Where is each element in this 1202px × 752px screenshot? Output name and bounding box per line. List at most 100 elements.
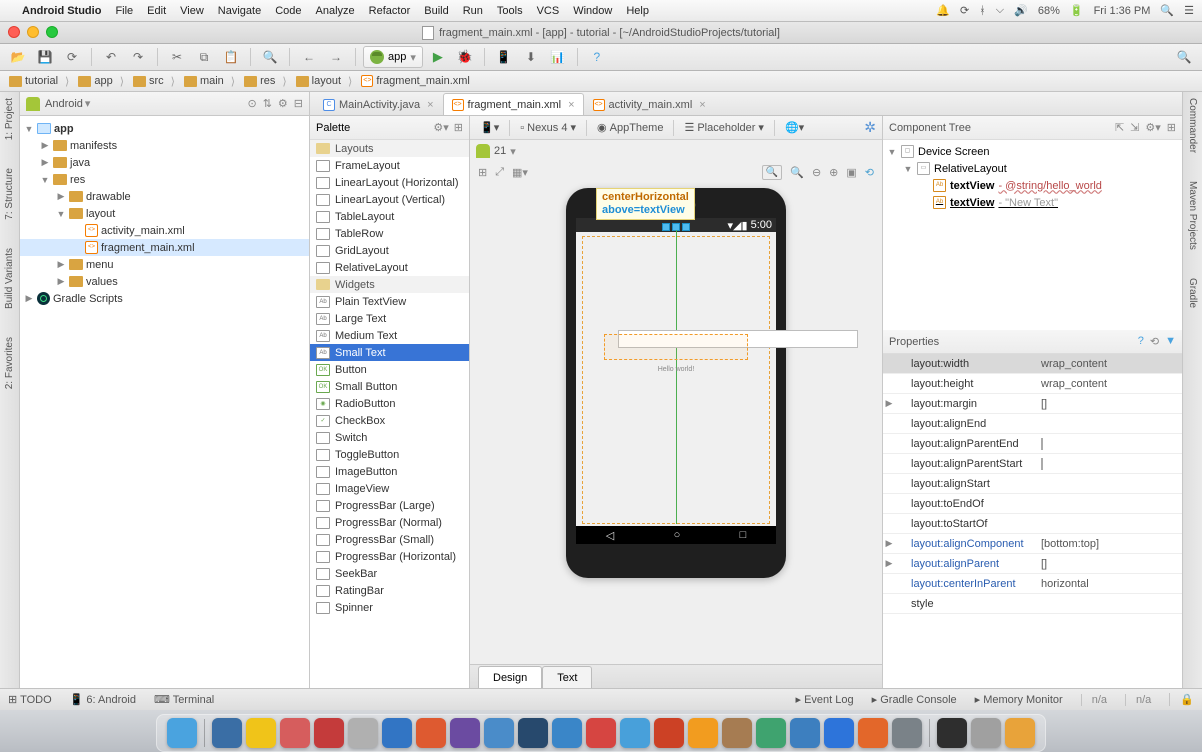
search-everywhere-icon[interactable]: 🔍: [1172, 46, 1196, 68]
zoom-fit-icon[interactable]: 🔍: [790, 166, 804, 179]
crumb[interactable]: layout: [293, 75, 359, 88]
crumb[interactable]: main: [181, 75, 241, 88]
palette-item[interactable]: TableLayout: [310, 208, 469, 225]
menu-build[interactable]: Build: [424, 5, 448, 17]
palette-item[interactable]: Layouts: [310, 140, 469, 157]
close-icon[interactable]: ×: [568, 99, 574, 111]
design-canvas[interactable]: centerHorizontalabove=textView ▾◢▮5:00 H…: [470, 182, 882, 664]
gear-icon[interactable]: ⚙▾: [433, 121, 448, 134]
property-row[interactable]: style: [883, 594, 1182, 614]
help-icon[interactable]: ?: [585, 46, 609, 68]
palette-item[interactable]: AbLarge Text: [310, 310, 469, 327]
crumb[interactable]: <>fragment_main.xml: [358, 75, 483, 87]
grid-icon[interactable]: ▦▾: [512, 166, 528, 179]
menu-file[interactable]: File: [115, 5, 133, 17]
open-icon[interactable]: 📂: [6, 46, 30, 68]
menu-run[interactable]: Run: [463, 5, 483, 17]
run-icon[interactable]: ▶: [426, 46, 450, 68]
statusbar-item[interactable]: 📱 6: Android: [70, 694, 136, 706]
tree-item[interactable]: ▶Gradle Scripts: [20, 290, 309, 307]
save-icon[interactable]: 💾: [33, 46, 57, 68]
palette-item[interactable]: ImageButton: [310, 463, 469, 480]
copy-icon[interactable]: ⧉: [192, 46, 216, 68]
traffic-lights[interactable]: [8, 26, 58, 38]
component-tree-item[interactable]: AbtextView - @string/hello_world: [883, 177, 1182, 194]
gear-icon[interactable]: ⚙: [278, 97, 288, 110]
component-tree-item[interactable]: ▼▢Device Screen: [883, 143, 1182, 160]
zoom-in-icon[interactable]: ⊕: [829, 166, 838, 179]
dock-app[interactable]: [824, 718, 854, 748]
render-options-icon[interactable]: ✲: [864, 119, 876, 136]
placeholder-selector[interactable]: ☰ Placeholder ▾: [680, 118, 768, 138]
tree-item[interactable]: ▶java: [20, 154, 309, 171]
dock-app[interactable]: [790, 718, 820, 748]
capture-icon[interactable]: ▣: [846, 166, 856, 179]
dock-app[interactable]: [892, 718, 922, 748]
ddms-icon[interactable]: 📊: [546, 46, 570, 68]
forward-icon[interactable]: →: [324, 46, 348, 68]
refresh-icon[interactable]: ⟲: [865, 166, 874, 179]
gutter-tab[interactable]: Commander: [1187, 98, 1198, 153]
dock-app[interactable]: [654, 718, 684, 748]
editor-tab[interactable]: <>fragment_main.xml×: [443, 93, 584, 115]
tree-item[interactable]: <>activity_main.xml: [20, 222, 309, 239]
dock-app[interactable]: [314, 718, 344, 748]
menu-edit[interactable]: Edit: [147, 5, 166, 17]
zoom-actual-icon[interactable]: 🔍: [762, 165, 782, 180]
statusbar-item[interactable]: ▸ Memory Monitor: [975, 693, 1063, 706]
gutter-tab[interactable]: 7: Structure: [4, 168, 15, 220]
menu-analyze[interactable]: Analyze: [316, 5, 355, 17]
paste-icon[interactable]: 📋: [219, 46, 243, 68]
component-tree-item[interactable]: AbtextView - "New Text": [883, 194, 1182, 211]
statusbar-item[interactable]: ▸ Event Log: [796, 693, 854, 706]
gutter-tab[interactable]: Build Variants: [4, 248, 15, 309]
tab-design[interactable]: Design: [478, 666, 542, 688]
palette-item[interactable]: Switch: [310, 429, 469, 446]
palette-item[interactable]: AbMedium Text: [310, 327, 469, 344]
property-row[interactable]: layout:alignParentEnd: [883, 434, 1182, 454]
property-row[interactable]: layout:heightwrap_content: [883, 374, 1182, 394]
collapse-all-icon[interactable]: ⇅: [263, 97, 272, 110]
property-row[interactable]: ▶layout:alignComponent[bottom:top]: [883, 534, 1182, 554]
palette-item[interactable]: LinearLayout (Vertical): [310, 191, 469, 208]
palette-item[interactable]: ◉RadioButton: [310, 395, 469, 412]
palette-item[interactable]: ProgressBar (Small): [310, 531, 469, 548]
orientation-selector[interactable]: 📱▾: [476, 118, 503, 138]
dock-app[interactable]: [722, 718, 752, 748]
property-row[interactable]: ▶layout:margin[]: [883, 394, 1182, 414]
dock-app[interactable]: [348, 718, 378, 748]
gutter-tab[interactable]: 1: Project: [4, 98, 15, 140]
palette-item[interactable]: FrameLayout: [310, 157, 469, 174]
dock-app[interactable]: [212, 718, 242, 748]
statusbar-item[interactable]: ▸ Gradle Console: [872, 693, 957, 706]
palette-list[interactable]: LayoutsFrameLayoutLinearLayout (Horizont…: [310, 140, 469, 688]
gutter-tab[interactable]: Gradle: [1187, 278, 1198, 308]
properties-table[interactable]: layout:widthwrap_contentlayout:heightwra…: [883, 354, 1182, 688]
find-icon[interactable]: 🔍: [258, 46, 282, 68]
crumb[interactable]: tutorial: [6, 75, 75, 88]
dock-app[interactable]: [620, 718, 650, 748]
tree-item[interactable]: ▼res: [20, 171, 309, 188]
menu-refactor[interactable]: Refactor: [369, 5, 411, 17]
tree-item[interactable]: ▼layout: [20, 205, 309, 222]
selected-widget[interactable]: [604, 334, 748, 360]
hide-icon[interactable]: ⊟: [294, 97, 303, 110]
api-level[interactable]: 21: [494, 145, 506, 157]
tree-item[interactable]: ▼app: [20, 120, 309, 137]
gutter-tab[interactable]: Maven Projects: [1187, 181, 1198, 250]
dock-app[interactable]: [1005, 718, 1035, 748]
bluetooth-icon[interactable]: ᚼ: [979, 5, 986, 17]
app-name[interactable]: Android Studio: [22, 5, 101, 17]
expand-icon[interactable]: ⤢: [495, 166, 504, 179]
viewport-icon[interactable]: ⊞: [478, 166, 487, 179]
palette-item[interactable]: ProgressBar (Normal): [310, 514, 469, 531]
palette-item[interactable]: RelativeLayout: [310, 259, 469, 276]
palette-item[interactable]: TableRow: [310, 225, 469, 242]
dock-app[interactable]: [484, 718, 514, 748]
dock-app[interactable]: [858, 718, 888, 748]
dock-app[interactable]: [280, 718, 310, 748]
gear-icon[interactable]: ⚙▾: [1145, 121, 1160, 134]
menu-extras-icon[interactable]: ☰: [1184, 4, 1194, 17]
crumb[interactable]: res: [241, 75, 293, 88]
tree-item[interactable]: ▶drawable: [20, 188, 309, 205]
